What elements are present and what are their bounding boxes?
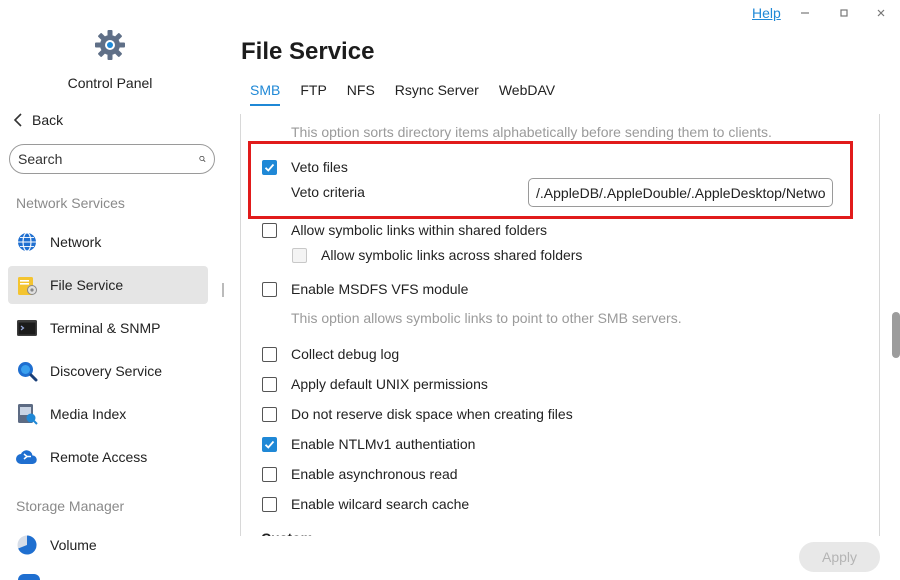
sort-hint-text: This option sorts directory items alphab… <box>291 124 772 140</box>
sidebar-item-terminal-snmp[interactable]: Terminal & SNMP <box>8 309 208 347</box>
sidebar-resize-handle[interactable] <box>222 283 224 297</box>
globe-icon <box>16 231 38 253</box>
ntlmv1-option[interactable]: Enable NTLMv1 authentiation <box>241 436 475 452</box>
debug-log-option[interactable]: Collect debug log <box>241 346 399 362</box>
maximize-icon <box>840 9 848 17</box>
debug-log-checkbox[interactable] <box>262 346 277 362</box>
sidebar-item-network[interactable]: Network <box>8 223 208 261</box>
wildcard-cache-checkbox[interactable] <box>262 496 277 512</box>
terminal-icon <box>16 317 38 339</box>
maximize-button[interactable] <box>834 4 854 22</box>
gear-icon <box>95 30 125 60</box>
search-box[interactable] <box>9 144 215 174</box>
tab-bar: SMB FTP NFS Rsync Server WebDAV <box>250 82 575 106</box>
control-panel-header: Control Panel <box>0 28 220 91</box>
tab-ftp[interactable]: FTP <box>300 82 326 104</box>
unix-permissions-option[interactable]: Apply default UNIX permissions <box>241 376 488 392</box>
symlinks-within-option[interactable]: Allow symbolic links within shared folde… <box>241 222 547 238</box>
debug-log-label: Collect debug log <box>291 346 400 362</box>
async-read-option[interactable]: Enable asynchronous read <box>241 466 458 482</box>
sidebar-item-label: Terminal & SNMP <box>50 320 161 336</box>
symlinks-within-checkbox[interactable] <box>262 222 277 238</box>
tab-smb[interactable]: SMB <box>250 82 281 106</box>
symlinks-within-label: Allow symbolic links within shared folde… <box>291 222 547 238</box>
chevron-left-icon <box>13 113 22 127</box>
no-reserve-checkbox[interactable] <box>262 406 277 422</box>
folder-gear-icon <box>16 274 38 296</box>
unix-permissions-checkbox[interactable] <box>262 376 277 392</box>
back-button[interactable]: Back <box>12 112 63 128</box>
sidebar-item-label: Discovery Service <box>50 363 163 379</box>
ntlmv1-label: Enable NTLMv1 authentiation <box>291 436 476 452</box>
minimize-icon <box>801 12 809 14</box>
search-icon[interactable] <box>199 150 206 168</box>
minimize-button[interactable] <box>795 4 815 22</box>
async-read-label: Enable asynchronous read <box>291 466 458 482</box>
red-highlight-box <box>248 141 853 219</box>
sidebar-item-volume[interactable]: Volume <box>8 526 208 564</box>
page-title: File Service <box>241 38 375 65</box>
sidebar-item-label: File Service <box>50 277 124 293</box>
no-reserve-label: Do not reserve disk space when creating … <box>291 406 573 422</box>
search-input[interactable] <box>18 151 199 167</box>
wildcard-cache-option[interactable]: Enable wilcard search cache <box>241 496 469 512</box>
magnifier-icon <box>16 360 38 382</box>
close-button[interactable] <box>871 4 891 22</box>
cloud-icon <box>16 446 38 468</box>
no-reserve-option[interactable]: Do not reserve disk space when creating … <box>241 406 573 422</box>
help-link[interactable]: Help <box>752 5 781 21</box>
sidebar-item-file-service[interactable]: File Service <box>8 266 208 304</box>
sidebar-item-media-index[interactable]: Media Index <box>8 395 208 433</box>
close-icon <box>877 9 885 17</box>
async-read-checkbox[interactable] <box>262 466 277 482</box>
tab-webdav[interactable]: WebDAV <box>499 82 555 104</box>
sidebar: Control Panel Back Network Services Netw… <box>0 0 224 580</box>
msdfs-checkbox[interactable] <box>262 281 277 297</box>
sidebar-item-label: Volume <box>50 537 97 553</box>
tab-rsync-server[interactable]: Rsync Server <box>395 82 479 104</box>
media-index-icon <box>16 403 38 425</box>
sidebar-item-discovery-service[interactable]: Discovery Service <box>8 352 208 390</box>
app-title: Control Panel <box>67 75 153 91</box>
section-title-storage-manager: Storage Manager <box>16 498 125 514</box>
msdfs-label: Enable MSDFS VFS module <box>291 281 469 297</box>
sidebar-item-label: Network <box>50 234 102 250</box>
sidebar-item-label: Remote Access <box>50 449 148 465</box>
sidebar-item-remote-access[interactable]: Remote Access <box>8 438 208 476</box>
back-label: Back <box>32 112 64 128</box>
volume-pie-icon <box>16 534 38 556</box>
main-scrollbar-thumb[interactable] <box>892 312 900 358</box>
symlinks-across-label: Allow symbolic links across shared folde… <box>321 247 583 263</box>
msdfs-option[interactable]: Enable MSDFS VFS module <box>241 281 468 297</box>
symlinks-across-checkbox <box>292 247 307 263</box>
next-item-icon-partial <box>18 574 40 580</box>
section-title-network-services: Network Services <box>16 195 125 211</box>
tab-nfs[interactable]: NFS <box>347 82 375 104</box>
custom-section-heading: Custom <box>261 531 313 536</box>
ntlmv1-checkbox[interactable] <box>262 436 277 452</box>
sidebar-item-label: Media Index <box>50 406 127 422</box>
msdfs-hint-text: This option allows symbolic links to poi… <box>291 310 682 326</box>
checkmark-icon <box>264 440 275 449</box>
unix-permissions-label: Apply default UNIX permissions <box>291 376 488 392</box>
wildcard-cache-label: Enable wilcard search cache <box>291 496 470 512</box>
symlinks-across-option: Allow symbolic links across shared folde… <box>271 247 582 263</box>
apply-button[interactable]: Apply <box>799 542 880 572</box>
